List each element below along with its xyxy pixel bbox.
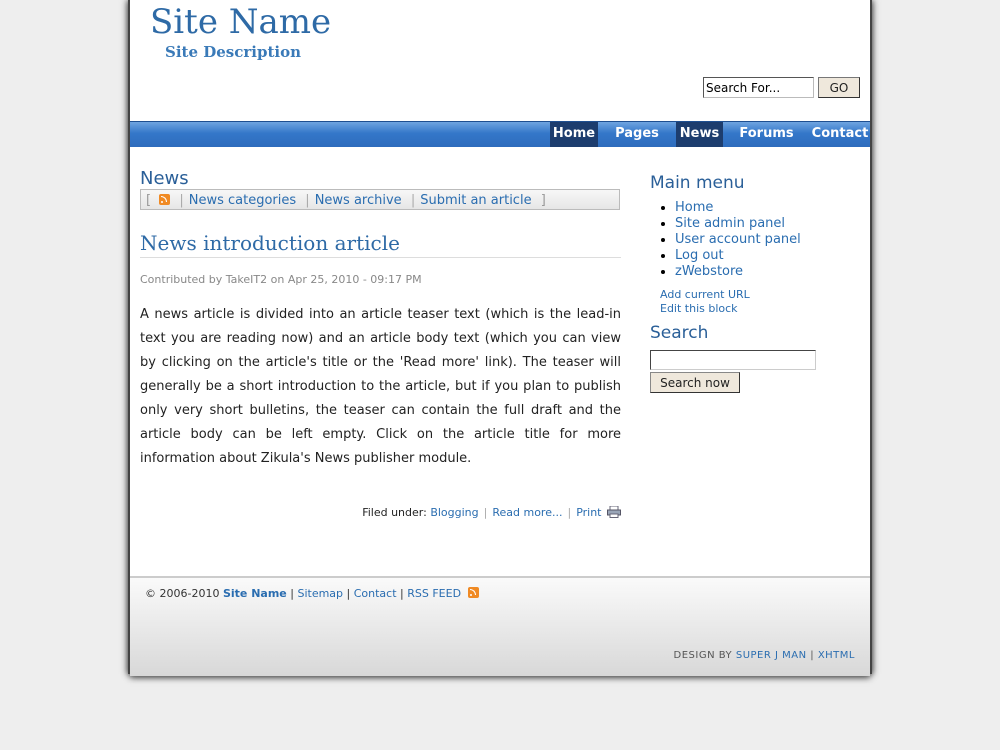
footer-links: © 2006-2010 Site Name | Sitemap | Contac… (145, 587, 479, 600)
separator: | (806, 650, 818, 661)
main-menu-title: Main menu (650, 173, 745, 193)
nav-contact[interactable]: Contact (810, 122, 870, 147)
main-navbar: Home Pages News Forums Contact (130, 121, 870, 147)
separator: | (343, 587, 354, 600)
separator: | (567, 506, 572, 519)
separator: | (410, 193, 416, 208)
xhtml-link[interactable]: XHTML (818, 650, 855, 661)
sitemap-link[interactable]: Sitemap (297, 587, 343, 600)
edit-block-link[interactable]: Edit this block (660, 302, 738, 315)
article-title[interactable]: News introduction article (140, 231, 621, 258)
header-search-input[interactable] (703, 77, 814, 98)
search-now-button[interactable]: Search now (650, 372, 740, 393)
header-go-button[interactable]: GO (818, 77, 860, 98)
main-menu-list: Home Site admin panel User account panel… (655, 200, 801, 280)
separator: | (286, 587, 298, 600)
news-block-title: News (140, 168, 189, 189)
article-footer: Filed under: Blogging | Read more... | Print (140, 506, 621, 519)
separator: | (179, 193, 184, 208)
article-teaser: A news article is divided into an articl… (140, 307, 621, 466)
site-description: Site Description (165, 43, 301, 61)
list-item: Site admin panel (675, 216, 801, 232)
submit-article-link[interactable]: Submit an article (420, 193, 531, 208)
bracket-close: ] (540, 193, 546, 208)
footer: © 2006-2010 Site Name | Sitemap | Contac… (130, 576, 870, 676)
site-name[interactable]: Site Name (150, 2, 331, 42)
design-by-label: DESIGN BY (673, 650, 733, 661)
read-more-link[interactable]: Read more... (492, 506, 562, 519)
rss-feed-link[interactable]: RSS FEED (407, 587, 461, 600)
menu-admin-link[interactable]: Site admin panel (675, 216, 785, 231)
nav-news[interactable]: News (676, 122, 723, 147)
designer-link[interactable]: SUPER J MAN (736, 650, 807, 661)
page-container: Site Name Site Description GO Home Pages… (128, 0, 872, 676)
news-links-bar: [ | News categories | News archive | Submit… (140, 189, 620, 210)
footer-site-name-link[interactable]: Site Name (223, 587, 287, 600)
contact-link[interactable]: Contact (354, 587, 397, 600)
block-admin-links: Add current URL Edit this block (660, 288, 750, 316)
add-url-link[interactable]: Add current URL (660, 288, 750, 301)
news-archive-link[interactable]: News archive (315, 193, 402, 208)
separator: | (396, 587, 408, 600)
nav-home[interactable]: Home (550, 122, 598, 147)
list-item: zWebstore (675, 264, 801, 280)
separator: | (483, 506, 488, 519)
rss-icon[interactable] (159, 194, 171, 205)
filed-under-label: Filed under: (362, 506, 427, 519)
list-item: Home (675, 200, 801, 216)
nav-pages[interactable]: Pages (609, 122, 665, 147)
category-link[interactable]: Blogging (430, 506, 478, 519)
list-item: User account panel (675, 232, 801, 248)
print-link[interactable]: Print (576, 506, 601, 519)
news-categories-link[interactable]: News categories (189, 193, 296, 208)
design-credit: DESIGN BY SUPER J MAN | XHTML (674, 650, 856, 661)
bracket-open: [ (146, 193, 152, 208)
sidebar-search-input[interactable] (650, 350, 816, 370)
separator: | (305, 193, 310, 208)
nav-forums[interactable]: Forums (733, 122, 800, 147)
printer-icon[interactable] (607, 506, 621, 518)
menu-account-link[interactable]: User account panel (675, 232, 801, 247)
search-block-title: Search (650, 323, 709, 343)
rss-icon[interactable] (467, 587, 479, 598)
article-byline: Contributed by TakeIT2 on Apr 25, 2010 -… (140, 273, 422, 286)
menu-webstore-link[interactable]: zWebstore (675, 264, 743, 279)
menu-logout-link[interactable]: Log out (675, 248, 724, 263)
list-item: Log out (675, 248, 801, 264)
copyright-text: © 2006-2010 (145, 587, 220, 600)
menu-home-link[interactable]: Home (675, 200, 713, 215)
